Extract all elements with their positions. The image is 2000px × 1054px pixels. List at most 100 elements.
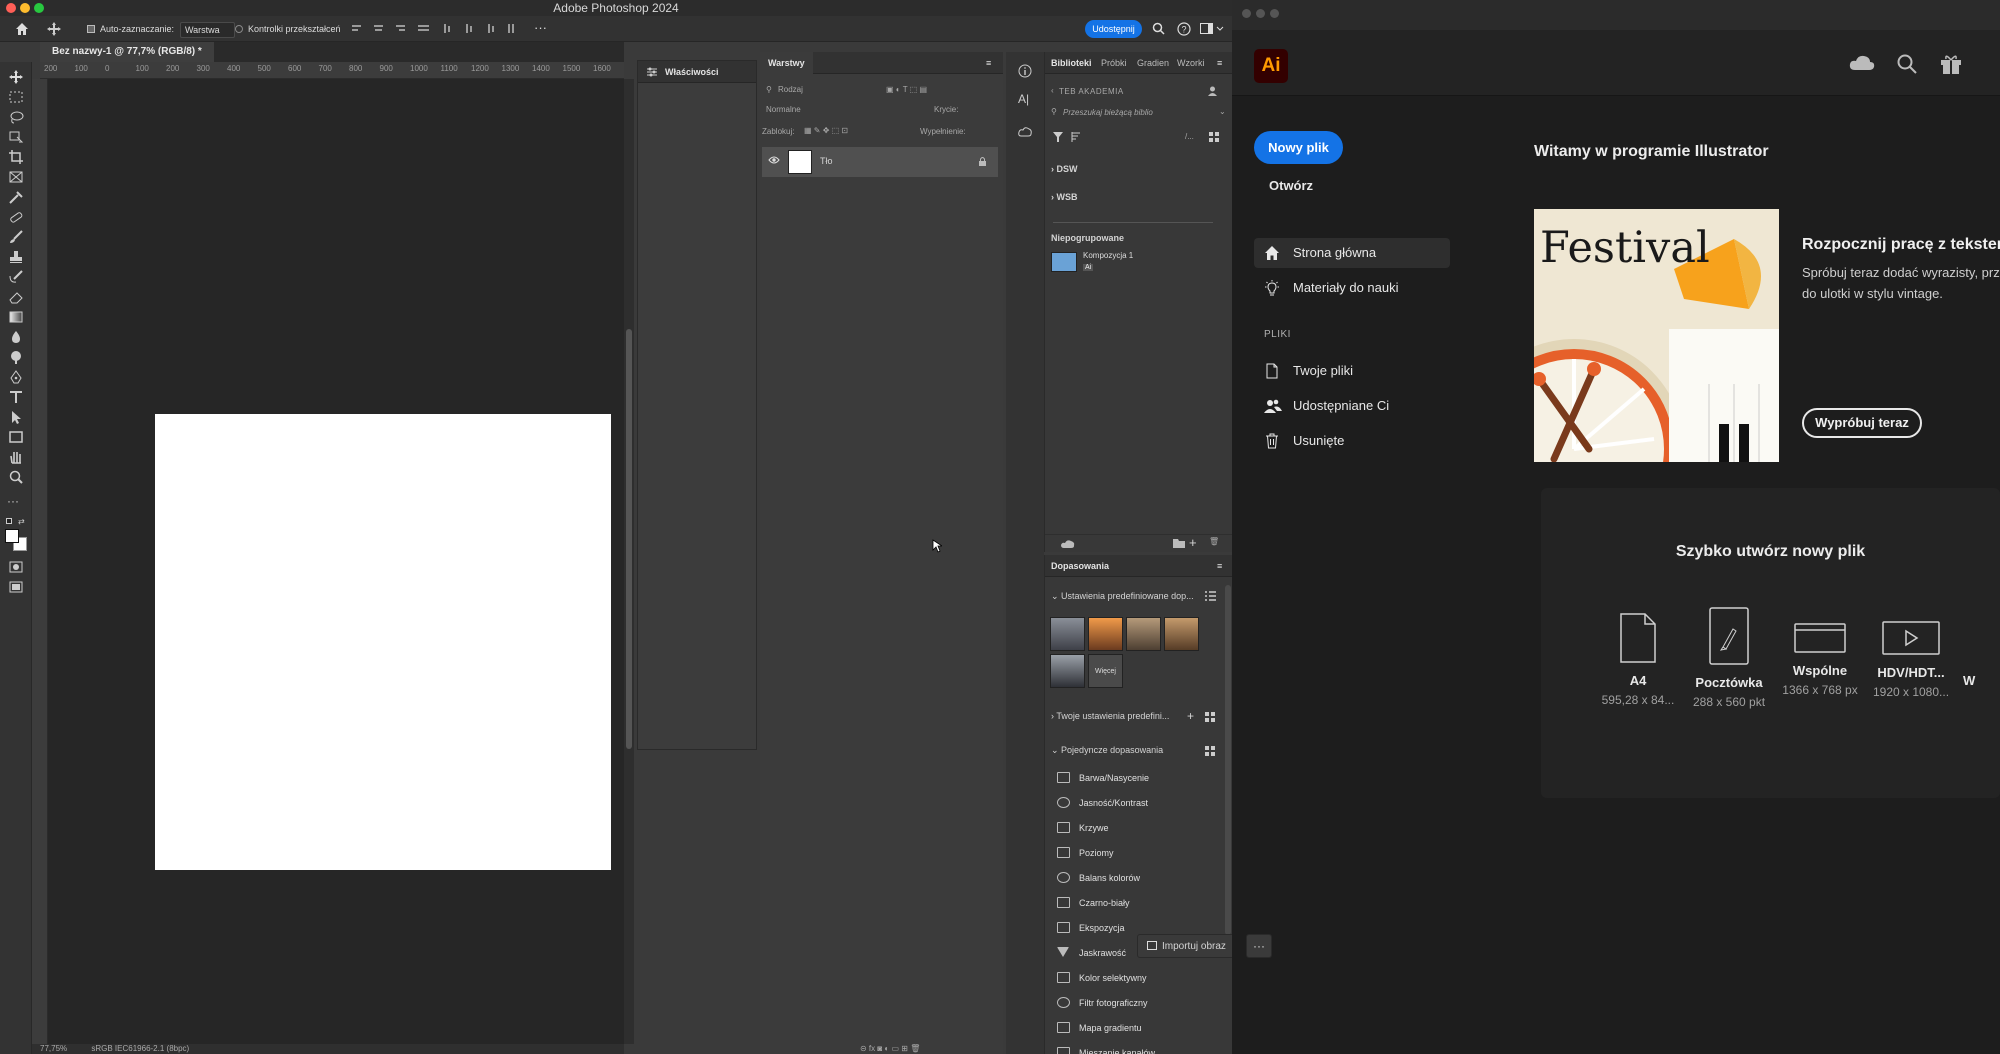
adjustment-item[interactable]: Krzywe	[1057, 819, 1227, 837]
move-tool-icon[interactable]	[7, 70, 25, 84]
auto-select-dropdown[interactable]: Warstwa	[180, 22, 235, 38]
eyedropper-tool-icon[interactable]	[7, 190, 25, 204]
collaborators-icon[interactable]	[1207, 85, 1218, 96]
lock-icons[interactable]: ▦ ✎ ✥ ⬚ ⊡	[804, 126, 848, 135]
tab-patterns[interactable]: Wzorki	[1177, 52, 1205, 74]
list-view-icon[interactable]: /...	[1185, 132, 1194, 141]
nav-deleted[interactable]: Usunięte	[1254, 426, 1450, 456]
layer-name[interactable]: Tło	[820, 156, 833, 166]
auto-select-checkbox[interactable]	[87, 25, 95, 33]
tab-gradients[interactable]: Gradien	[1137, 52, 1169, 74]
preset-common[interactable]: Wspólne 1366 x 768 px	[1774, 613, 1866, 697]
transform-controls-checkbox[interactable]	[235, 25, 243, 33]
nav-home[interactable]: Strona główna	[1254, 238, 1450, 268]
libraries-icon[interactable]	[1018, 126, 1032, 138]
brush-tool-icon[interactable]	[7, 230, 25, 244]
presets-header[interactable]: ⌄ Ustawienia predefiniowane dop...	[1051, 591, 1194, 602]
panel-menu-icon[interactable]: ≡	[1217, 555, 1222, 577]
more-options-icon[interactable]: ···	[534, 16, 547, 40]
path-selection-tool-icon[interactable]	[7, 410, 25, 424]
cloud-icon[interactable]	[1061, 539, 1075, 548]
history-brush-tool-icon[interactable]	[7, 270, 25, 284]
try-now-button[interactable]: Wypróbuj teraz	[1802, 408, 1922, 438]
adjustment-item[interactable]: Balans kolorów	[1057, 869, 1227, 887]
eraser-tool-icon[interactable]	[7, 290, 25, 304]
frame-tool-icon[interactable]	[7, 170, 25, 184]
trash-icon[interactable]: 🗑	[1209, 537, 1219, 546]
preset-thumbnail[interactable]	[1126, 617, 1161, 651]
zoom-level[interactable]: 77,75%	[40, 1044, 67, 1053]
nav-shared[interactable]: Udostępniane Ci	[1254, 391, 1450, 421]
adjustment-item[interactable]: Mieszanie kanałów	[1057, 1044, 1227, 1054]
document-tab[interactable]: Bez nazwy-1 @ 77,7% (RGB/8) *	[40, 42, 214, 62]
adjustment-item[interactable]: Jasność/Kontrast	[1057, 794, 1227, 812]
more-presets-button[interactable]: Więcej	[1088, 654, 1123, 688]
zoom-window-button[interactable]	[1270, 9, 1279, 18]
promo-image[interactable]: Festival	[1534, 209, 1779, 462]
filter-icon[interactable]	[1053, 132, 1063, 142]
home-icon[interactable]	[14, 21, 30, 37]
preset-thumbnail[interactable]	[1164, 617, 1199, 651]
search-icon[interactable]	[1897, 54, 1917, 74]
gift-icon[interactable]	[1940, 54, 1962, 74]
default-colors-icon[interactable]	[6, 518, 12, 524]
healing-brush-tool-icon[interactable]	[7, 210, 25, 224]
foreground-color-swatch[interactable]	[5, 529, 19, 543]
screen-mode-icon[interactable]	[7, 580, 25, 594]
info-icon[interactable]	[1018, 64, 1032, 78]
character-icon[interactable]: A|	[1018, 92, 1029, 106]
preset-a4[interactable]: A4 595,28 x 84...	[1592, 613, 1684, 707]
workspace-icon[interactable]	[1200, 23, 1224, 35]
adjustment-item[interactable]: Mapa gradientu	[1057, 1019, 1227, 1037]
library-search-input[interactable]: Przeszukaj bieżącą biblio	[1063, 108, 1153, 117]
properties-panel-title[interactable]: Właściwości	[665, 61, 719, 83]
grid-view-icon[interactable]	[1205, 712, 1215, 722]
layer-filter-dropdown[interactable]: Rodzaj	[778, 85, 803, 94]
filter-search-icon[interactable]: ⚲	[766, 85, 772, 94]
cloud-icon[interactable]	[1849, 54, 1875, 71]
library-item-name[interactable]: Kompozycja 1	[1083, 251, 1133, 260]
document-canvas[interactable]	[155, 414, 611, 870]
hand-tool-icon[interactable]	[7, 450, 25, 464]
group-dsw[interactable]: › DSW	[1051, 164, 1078, 174]
gradient-tool-icon[interactable]	[7, 310, 25, 324]
adjustment-item[interactable]: Czarno-biały	[1057, 894, 1227, 912]
align-icons[interactable]	[352, 24, 532, 34]
adjustment-item[interactable]: Poziomy	[1057, 844, 1227, 862]
import-more-button[interactable]: ···	[1246, 934, 1272, 958]
adjustment-item[interactable]: Barwa/Nasycenie	[1057, 769, 1227, 787]
layer-actions-icons[interactable]: ⊝ fx ◙ ◐ ▭ ⊞ 🗑	[860, 1044, 920, 1053]
preset-hdv[interactable]: HDV/HDT... 1920 x 1080...	[1865, 613, 1957, 699]
group-wsb[interactable]: › WSB	[1051, 192, 1078, 202]
panel-menu-icon[interactable]: ≡	[1217, 52, 1222, 74]
layers-panel-title[interactable]: Warstwy	[760, 52, 813, 74]
panel-menu-icon[interactable]: ≡	[986, 52, 991, 74]
swap-colors-icon[interactable]: ⇄	[18, 517, 25, 526]
open-button[interactable]: Otwórz	[1269, 178, 1313, 193]
back-chevron-icon[interactable]: ‹	[1051, 86, 1054, 95]
object-select-tool-icon[interactable]	[7, 130, 25, 144]
adjustments-title[interactable]: Dopasowania	[1051, 555, 1109, 577]
crop-tool-icon[interactable]	[7, 150, 25, 164]
list-view-icon[interactable]	[1205, 591, 1216, 601]
minimize-window-button[interactable]	[20, 3, 30, 13]
add-icon[interactable]: +	[1189, 535, 1197, 550]
layer-row[interactable]: Tło	[762, 147, 998, 177]
move-tool-icon[interactable]	[46, 21, 62, 37]
preset-more[interactable]: W	[1953, 613, 1993, 688]
type-tool-icon[interactable]	[7, 390, 25, 404]
pen-tool-icon[interactable]	[7, 370, 25, 384]
single-adjustments-header[interactable]: ⌄ Pojedyncze dopasowania	[1051, 745, 1163, 756]
close-window-button[interactable]	[1242, 9, 1251, 18]
marquee-tool-icon[interactable]	[7, 90, 25, 104]
grid-view-icon[interactable]	[1209, 132, 1219, 142]
nav-learn[interactable]: Materiały do nauki	[1254, 273, 1450, 303]
grid-view-icon[interactable]	[1205, 746, 1215, 756]
preset-postcard[interactable]: Pocztówka 288 x 560 pkt	[1683, 607, 1775, 709]
rectangle-tool-icon[interactable]	[7, 430, 25, 444]
share-button[interactable]: Udostępnij	[1085, 20, 1142, 38]
library-breadcrumb[interactable]: TEB AKADEMIA	[1059, 87, 1124, 96]
canvas-scrollbar[interactable]	[624, 79, 634, 1044]
chevron-down-icon[interactable]: ⌄	[1219, 107, 1226, 116]
lasso-tool-icon[interactable]	[7, 110, 25, 124]
